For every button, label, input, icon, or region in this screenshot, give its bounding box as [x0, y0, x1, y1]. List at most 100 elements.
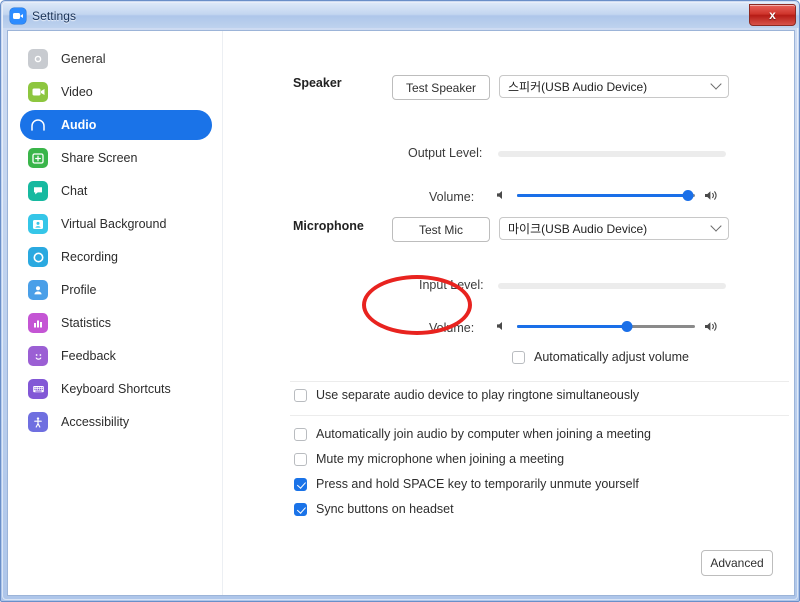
speaker-max-volume-icon[interactable] [704, 189, 720, 202]
speaker-volume-fill [517, 194, 688, 197]
sidebar-item-label: Accessibility [61, 415, 129, 429]
speaker-volume-label-row: Volume: [429, 190, 474, 204]
microphone-device-name: 마이크 [508, 220, 541, 237]
person-frame-icon [28, 214, 48, 234]
test-speaker-button[interactable]: Test Speaker [392, 75, 490, 100]
sidebar-item-general[interactable]: General [20, 44, 212, 74]
speaker-volume-thumb[interactable] [682, 190, 693, 201]
person-icon [28, 280, 48, 300]
microphone-max-volume-icon[interactable] [704, 320, 720, 333]
keyboard-icon [28, 379, 48, 399]
option-row-mute-mic-on-join[interactable]: Mute my microphone when joining a meetin… [294, 452, 564, 466]
input-level-row: Input Level: [419, 278, 484, 292]
chevron-down-icon [710, 220, 721, 231]
sidebar-item-keyboard-shortcuts[interactable]: Keyboard Shortcuts [20, 374, 212, 404]
sidebar-item-label: Feedback [61, 349, 116, 363]
sidebar-item-label: Audio [61, 118, 96, 132]
smiley-face-icon [28, 346, 48, 366]
sidebar-item-audio[interactable]: Audio [20, 110, 212, 140]
ringtone-option-row[interactable]: Use separate audio device to play ringto… [294, 388, 639, 402]
gear-icon [28, 49, 48, 69]
sidebar-item-label: Virtual Background [61, 217, 166, 231]
share-screen-icon [28, 148, 48, 168]
settings-sidebar: General Video Audio [8, 31, 223, 595]
sync-headset-buttons-label: Sync buttons on headset [316, 502, 454, 516]
microphone-volume-label: Volume: [429, 321, 474, 335]
audio-settings-panel: Speaker Test Speaker 스피커(USB Audio Devic… [224, 31, 794, 595]
microphone-volume-fill [517, 325, 627, 328]
microphone-mute-icon[interactable] [496, 320, 508, 332]
sidebar-item-chat[interactable]: Chat [20, 176, 212, 206]
ringtone-label: Use separate audio device to play ringto… [316, 388, 639, 402]
sync-headset-buttons-checkbox[interactable] [294, 503, 307, 516]
sidebar-item-label: Profile [61, 283, 96, 297]
headphones-icon [28, 115, 48, 135]
sidebar-item-feedback[interactable]: Feedback [20, 341, 212, 371]
chat-bubble-icon [28, 181, 48, 201]
sidebar-item-share-screen[interactable]: Share Screen [20, 143, 212, 173]
divider-top [290, 381, 789, 382]
record-circle-icon [28, 247, 48, 267]
ringtone-checkbox[interactable] [294, 389, 307, 402]
output-level-row: Output Level: [408, 146, 482, 160]
auto-adjust-volume-label: Automatically adjust volume [534, 350, 689, 364]
output-level-meter [498, 151, 726, 157]
input-level-label: Input Level: [419, 278, 484, 292]
speaker-volume-slider[interactable] [496, 188, 720, 202]
settings-window: Settings x General Video [0, 0, 800, 602]
microphone-volume-track[interactable] [517, 319, 695, 333]
sidebar-item-statistics[interactable]: Statistics [20, 308, 212, 338]
space-key-unmute-checkbox[interactable] [294, 478, 307, 491]
speaker-mute-icon[interactable] [496, 189, 508, 201]
speaker-device-suffix: (USB Audio Device) [541, 80, 647, 94]
speaker-volume-track[interactable] [517, 188, 695, 202]
option-row-space-key-unmute[interactable]: Press and hold SPACE key to temporarily … [294, 477, 639, 491]
sidebar-item-recording[interactable]: Recording [20, 242, 212, 272]
sidebar-item-label: Share Screen [61, 151, 137, 165]
accessibility-icon [28, 412, 48, 432]
microphone-section-label-row: Microphone [293, 219, 364, 233]
divider-bottom [290, 415, 789, 416]
bar-chart-icon [28, 313, 48, 333]
video-camera-icon [28, 82, 48, 102]
option-row-auto-join-audio[interactable]: Automatically join audio by computer whe… [294, 427, 651, 441]
mute-mic-on-join-checkbox[interactable] [294, 453, 307, 466]
zoom-camera-icon [10, 8, 26, 24]
sidebar-item-virtual-background[interactable]: Virtual Background [20, 209, 212, 239]
speaker-device-name: 스피커 [508, 78, 541, 95]
test-mic-button[interactable]: Test Mic [392, 217, 490, 242]
microphone-volume-label-row: Volume: [429, 321, 474, 335]
option-row-sync-headset-buttons[interactable]: Sync buttons on headset [294, 502, 454, 516]
input-level-meter [498, 283, 726, 289]
sidebar-item-label: Video [61, 85, 93, 99]
microphone-volume-slider[interactable] [496, 319, 720, 333]
sidebar-item-label: Chat [61, 184, 87, 198]
chevron-down-icon [710, 78, 721, 89]
auto-adjust-volume-row[interactable]: Automatically adjust volume [512, 350, 689, 364]
sidebar-item-label: Keyboard Shortcuts [61, 382, 171, 396]
advanced-button[interactable]: Advanced [701, 550, 773, 576]
speaker-volume-label: Volume: [429, 190, 474, 204]
sidebar-item-label: Statistics [61, 316, 111, 330]
speaker-section-label-row: Speaker [293, 76, 342, 90]
client-area: General Video Audio [7, 30, 795, 596]
sidebar-item-accessibility[interactable]: Accessibility [20, 407, 212, 437]
auto-join-audio-label: Automatically join audio by computer whe… [316, 427, 651, 441]
microphone-volume-thumb[interactable] [622, 321, 633, 332]
microphone-device-select[interactable]: 마이크(USB Audio Device) [499, 217, 729, 240]
space-key-unmute-label: Press and hold SPACE key to temporarily … [316, 477, 639, 491]
speaker-section-label: Speaker [293, 76, 342, 90]
window-title: Settings [32, 9, 76, 23]
sidebar-item-profile[interactable]: Profile [20, 275, 212, 305]
microphone-section-label: Microphone [293, 219, 364, 233]
output-level-label: Output Level: [408, 146, 482, 160]
title-bar[interactable]: Settings x [3, 3, 799, 28]
sidebar-item-label: General [61, 52, 105, 66]
auto-join-audio-checkbox[interactable] [294, 428, 307, 441]
close-icon[interactable]: x [749, 4, 796, 26]
speaker-device-select[interactable]: 스피커(USB Audio Device) [499, 75, 729, 98]
microphone-device-suffix: (USB Audio Device) [541, 222, 647, 236]
auto-adjust-volume-checkbox[interactable] [512, 351, 525, 364]
sidebar-item-label: Recording [61, 250, 118, 264]
sidebar-item-video[interactable]: Video [20, 77, 212, 107]
